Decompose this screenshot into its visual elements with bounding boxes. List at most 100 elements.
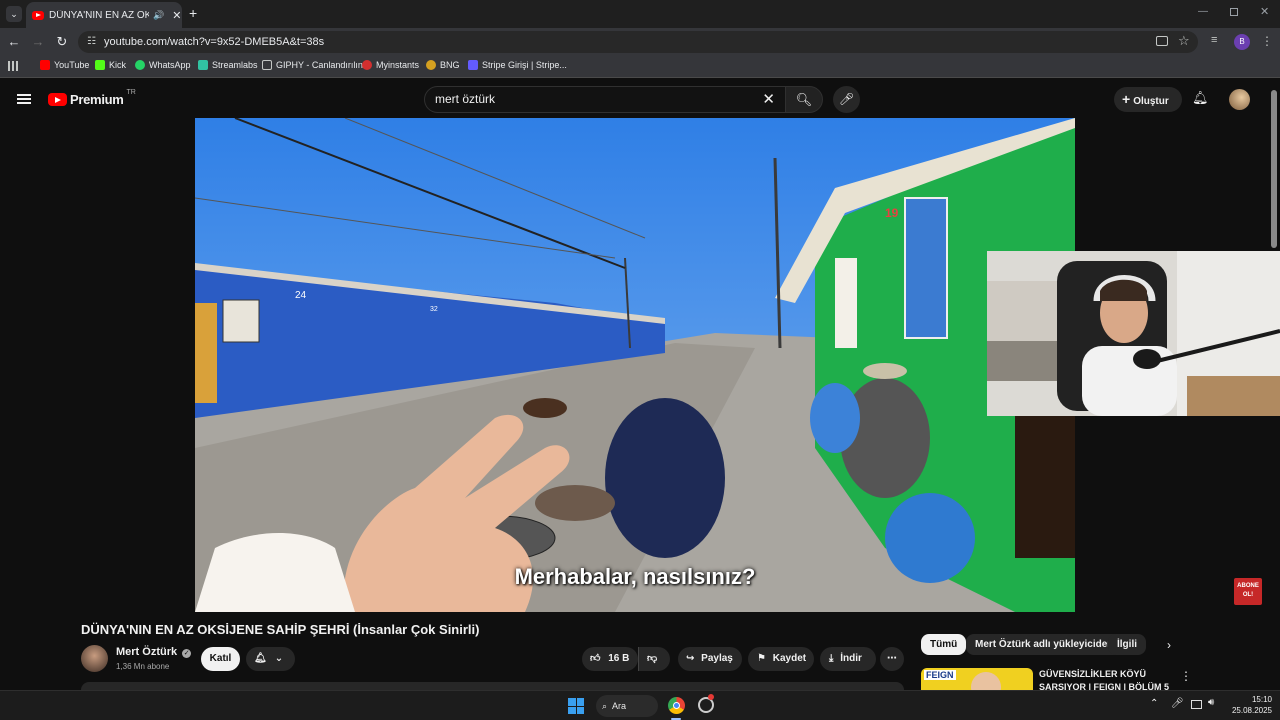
page-icon	[262, 60, 272, 70]
site-info-icon[interactable]: ☷	[87, 31, 96, 53]
thumbnail-text: FEIGN	[924, 670, 956, 680]
app-taskbar-icon[interactable]	[698, 694, 714, 713]
thumbs-down-icon: 👎︎	[647, 653, 658, 664]
sign-number-19: 19	[885, 206, 899, 220]
page-scrollbar[interactable]	[1271, 90, 1277, 248]
chrome-menu-icon[interactable]: ⋮	[1261, 34, 1273, 48]
back-arrow-icon[interactable]: ←	[6, 34, 22, 50]
clear-search-icon[interactable]: ✕	[762, 87, 775, 112]
sign-number-32: 32	[430, 306, 438, 313]
tray-volume-icon[interactable]: 🔊︎	[1208, 697, 1214, 708]
clock-time: 15:10	[1251, 695, 1272, 704]
bookmark-giphy[interactable]: GIPHY - Canlandırılın	[262, 60, 363, 70]
minimize-icon[interactable]: —	[1198, 6, 1208, 17]
tray-microphone-icon[interactable]: 🎤︎	[1171, 698, 1184, 709]
tab-search-button[interactable]: ⌄	[6, 6, 22, 22]
like-button[interactable]: 👍︎ 16 B	[582, 647, 638, 671]
windows-start-icon[interactable]	[568, 698, 584, 714]
taskbar-search[interactable]: ⌕ Ara	[596, 695, 658, 717]
bookmark-icon: ⚑	[757, 653, 766, 664]
chevron-down-icon: ⌄	[274, 653, 284, 664]
profile-avatar[interactable]: B	[1234, 34, 1250, 50]
bookmark-myinstants[interactable]: Myinstants	[362, 60, 419, 70]
related-video-title-line1[interactable]: GÜVENSİZLİKLER KÖYÜ	[1039, 669, 1146, 679]
webcam-frame	[987, 251, 1280, 416]
related-more-icon[interactable]: ⋮	[1180, 669, 1192, 683]
chip-from-uploader[interactable]: Mert Öztürk adlı yükleyiciden	[966, 634, 1123, 655]
youtube-logo[interactable]: Premium TR	[48, 89, 136, 107]
bookmark-youtube[interactable]: YouTube	[40, 60, 89, 70]
bng-icon	[426, 60, 436, 70]
new-tab-button[interactable]: +	[189, 6, 197, 20]
apps-grid-icon[interactable]	[8, 61, 18, 71]
watermark-line1: ABONE	[1237, 583, 1259, 589]
media-controls-icon[interactable]: ≡	[1211, 34, 1217, 46]
channel-avatar[interactable]	[81, 645, 108, 672]
taskbar-clock[interactable]: 15:10 25.08.2025	[1222, 694, 1272, 716]
bell-icon: 🔔︎	[254, 653, 267, 664]
search-button[interactable]: 🔍︎	[785, 86, 823, 113]
chip-related[interactable]: İlgili	[1108, 634, 1146, 655]
video-player[interactable]: 24 32 19 Merhabalar, nasılsınız?	[195, 118, 1075, 612]
windows-taskbar: ⌕ Ara ⌃ 🎤︎ 🔊︎ 15:10 25.08.2025	[0, 690, 1280, 720]
webcam-overlay	[987, 251, 1280, 416]
related-video-thumbnail[interactable]: FEIGN	[921, 668, 1033, 690]
verified-check-icon: ✓	[182, 649, 192, 658]
more-actions-button[interactable]: ⋯	[880, 647, 904, 671]
bookmark-stripe[interactable]: Stripe Girişi | Stripe...	[468, 60, 567, 70]
download-button[interactable]: ⤓ İndir	[820, 647, 876, 671]
notifications-bell-icon[interactable]: 🔔︎	[1192, 90, 1209, 106]
share-button[interactable]: ↪ Paylaş	[678, 647, 742, 671]
youtube-play-icon	[48, 93, 67, 106]
tray-network-icon[interactable]	[1191, 700, 1202, 709]
forward-arrow-icon[interactable]: →	[30, 34, 46, 50]
bookmark-kick[interactable]: Kick	[95, 60, 126, 70]
download-icon: ⤓	[829, 653, 834, 664]
browser-tab-strip: ⌄ DÜNYA'NIN EN AZ OKSİJENE SAHİP ŞEHRİ 🔊…	[0, 0, 1280, 28]
bookmark-star-icon[interactable]: ☆	[1178, 33, 1190, 49]
chrome-taskbar-icon[interactable]	[668, 697, 685, 714]
streamlabs-icon	[198, 60, 208, 70]
reload-icon[interactable]: ↻	[54, 34, 70, 50]
search-icon: ⌕	[602, 701, 608, 711]
premium-label: Premium	[70, 92, 124, 107]
join-button[interactable]: Katıl	[201, 647, 240, 671]
create-button[interactable]: + Oluştur	[1114, 87, 1182, 112]
close-window-icon[interactable]: ✕	[1260, 5, 1269, 18]
url-text: youtube.com/watch?v=9x52-DMEB5A&t=38s	[104, 36, 325, 48]
whatsapp-icon	[135, 60, 145, 70]
related-video-title-line2[interactable]: SARSIYOR | FEIGN | BÖLÜM 5	[1039, 682, 1169, 690]
account-avatar[interactable]	[1229, 89, 1250, 110]
address-bar[interactable]: ☷ youtube.com/watch?v=9x52-DMEB5A&t=38s	[78, 31, 1198, 53]
video-subtitle: Merhabalar, nasılsınız?	[514, 564, 756, 589]
restore-icon[interactable]	[1230, 8, 1238, 16]
bookmark-whatsapp[interactable]: WhatsApp	[135, 60, 191, 70]
speaker-icon[interactable]: 🔊	[153, 10, 164, 21]
stripe-icon	[468, 60, 478, 70]
chevron-right-icon[interactable]: ›	[1167, 638, 1171, 652]
plus-icon: +	[1122, 91, 1131, 107]
youtube-icon	[40, 60, 50, 70]
subscription-bell-button[interactable]: 🔔︎ ⌄	[246, 647, 295, 671]
microphone-icon: 🎤︎	[838, 92, 855, 106]
hamburger-menu-icon[interactable]	[17, 94, 31, 104]
description-box[interactable]	[81, 682, 904, 690]
tray-chevron-up-icon[interactable]: ⌃	[1150, 698, 1158, 709]
cast-icon[interactable]	[1156, 36, 1168, 46]
bookmark-bng[interactable]: BNG	[426, 60, 460, 70]
subscribe-watermark[interactable]: ABONE OL!	[1234, 578, 1262, 605]
search-input[interactable]: mert öztürk ✕	[424, 86, 786, 113]
search-icon: 🔍︎	[795, 92, 813, 107]
close-tab-icon[interactable]: ✕	[172, 9, 181, 22]
channel-name[interactable]: Mert Öztürk ✓	[116, 646, 192, 658]
bookmarks-bar: YouTube Kick WhatsApp Streamlabs GIPHY -…	[0, 56, 1280, 78]
active-tab[interactable]: DÜNYA'NIN EN AZ OKSİJENE SAHİP ŞEHRİ 🔊 ✕	[26, 2, 182, 28]
share-arrow-icon: ↪	[686, 653, 695, 664]
bookmark-streamlabs[interactable]: Streamlabs	[198, 60, 258, 70]
youtube-favicon-icon	[32, 10, 44, 20]
save-button[interactable]: ⚑ Kaydet	[748, 647, 814, 671]
voice-search-button[interactable]: 🎤︎	[833, 86, 860, 113]
dislike-button[interactable]: 👎︎	[638, 647, 670, 671]
chip-all[interactable]: Tümü	[921, 634, 967, 655]
kick-icon	[95, 60, 105, 70]
